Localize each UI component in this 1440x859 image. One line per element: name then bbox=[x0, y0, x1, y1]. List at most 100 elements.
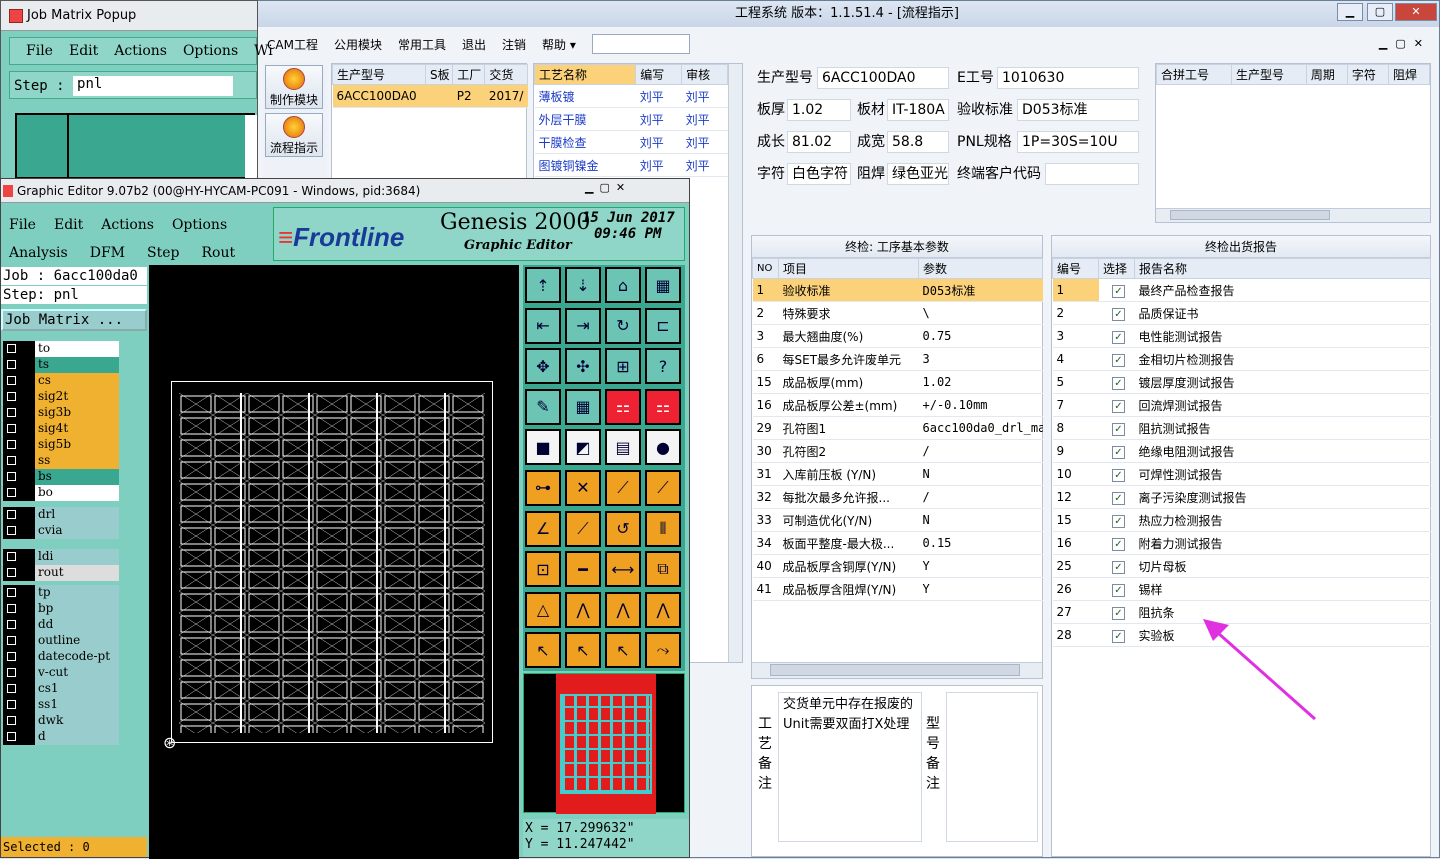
ge-window-controls[interactable]: ▁▢✕ bbox=[585, 181, 631, 194]
table-row[interactable]: 33 可制造优化(Y/N) N bbox=[752, 508, 1043, 532]
report-checkbox[interactable]: ✓ bbox=[1112, 629, 1125, 643]
menu-edit[interactable]: Edit bbox=[69, 43, 98, 59]
table-row[interactable]: 7 ✓ 回流焊测试报告 bbox=[1052, 393, 1431, 417]
layer-row[interactable]: bs bbox=[3, 468, 119, 485]
menu-actions[interactable]: Actions bbox=[114, 43, 167, 59]
step-input[interactable]: pnl bbox=[73, 76, 234, 96]
pnl-field[interactable]: 1P=30S=10U bbox=[1017, 131, 1139, 153]
tri-c-tool-icon[interactable]: ⋀ bbox=[605, 591, 641, 628]
table-row[interactable]: 32 每批次最多允许报... / bbox=[752, 485, 1043, 509]
layer-row[interactable]: sig5b bbox=[3, 436, 119, 453]
down-tool-icon[interactable]: ⇣ bbox=[565, 267, 601, 303]
mdi-controls[interactable]: ▁▢✕ bbox=[1379, 37, 1431, 50]
width-field[interactable]: 58.8 bbox=[887, 131, 949, 153]
craft-remark-text[interactable]: 交货单元中存在报废的Unit需要双面打X处理 bbox=[778, 692, 922, 842]
pan-tool-icon[interactable]: ✥ bbox=[525, 348, 561, 385]
ge-menu-edit[interactable]: Edit bbox=[54, 217, 83, 233]
table-row[interactable]: 41 成品板厚含阻焊(Y/N) Y bbox=[752, 577, 1043, 601]
up-tool-icon[interactable]: ⇡ bbox=[525, 267, 561, 303]
ruler-tool-icon[interactable]: ▤ bbox=[605, 429, 641, 466]
move-tool-icon[interactable]: ✣ bbox=[565, 348, 601, 385]
report-checkbox[interactable]: ✓ bbox=[1112, 606, 1125, 620]
menu-exit[interactable]: 退出 bbox=[462, 36, 486, 53]
cross-tool-icon[interactable]: ✕ bbox=[565, 469, 601, 506]
home-tool-icon[interactable]: ⌂ bbox=[605, 267, 641, 303]
table-row[interactable]: 40 成品板厚含铜厚(Y/N) Y bbox=[752, 554, 1043, 578]
select-rot-tool-icon[interactable]: ↖ bbox=[605, 632, 641, 669]
table-row[interactable]: 15 ✓ 热应力检测报告 bbox=[1052, 508, 1431, 532]
eno-field[interactable]: 1010630 bbox=[997, 67, 1139, 89]
length-field[interactable]: 81.02 bbox=[787, 131, 851, 153]
table-row[interactable]: 12 ✓ 离子污染度测试报告 bbox=[1052, 485, 1431, 509]
table-row[interactable]: 29 孔符图1 6acc100da0_drl_ma bbox=[752, 416, 1043, 440]
report-checkbox[interactable]: ✓ bbox=[1112, 445, 1125, 459]
table-row[interactable]: 外层干膜 刘平 刘平 bbox=[534, 107, 728, 131]
table-row[interactable]: 图镀铜镍金 刘平 刘平 bbox=[534, 153, 728, 177]
ge-menu-rout[interactable]: Rout bbox=[201, 245, 235, 261]
menu-cam[interactable]: CAM工程 bbox=[267, 36, 318, 53]
char-field[interactable]: 白色字符 bbox=[787, 163, 851, 185]
arrow-tool-icon[interactable]: ⟋ bbox=[645, 469, 681, 506]
layer-row[interactable]: cs1 bbox=[3, 680, 119, 697]
table-row[interactable]: 2 特殊要求 \ bbox=[752, 301, 1043, 325]
snap-a-tool-icon[interactable]: ⚏ bbox=[605, 388, 641, 425]
table-row[interactable]: 干膜检查 刘平 刘平 bbox=[534, 130, 728, 154]
solder-field[interactable]: 绿色亚光 bbox=[887, 163, 949, 185]
standard-field[interactable]: D053标准 bbox=[1017, 99, 1139, 121]
layer-row[interactable]: cvia bbox=[3, 522, 119, 539]
tri-b-tool-icon[interactable]: ⋀ bbox=[565, 591, 601, 628]
layer-row[interactable]: sig4t bbox=[3, 420, 119, 437]
copy-tool-icon[interactable]: ⧉ bbox=[645, 551, 681, 588]
path-tool-icon[interactable]: ⤳ bbox=[645, 632, 681, 669]
report-checkbox[interactable]: ✓ bbox=[1112, 307, 1125, 321]
dot-tool-icon[interactable]: ● bbox=[645, 429, 681, 466]
grid-tool-icon[interactable]: ▦ bbox=[565, 388, 601, 425]
merge-hscrollbar[interactable] bbox=[1156, 208, 1430, 222]
snap-b-tool-icon[interactable]: ⚏ bbox=[645, 388, 681, 425]
table-row[interactable]: 34 板面平整度-最大极... 0.15 bbox=[752, 531, 1043, 555]
report-checkbox[interactable]: ✓ bbox=[1112, 583, 1125, 597]
layer-row[interactable]: bo bbox=[3, 484, 119, 501]
table-row[interactable]: 1 ✓ 最终产品检查报告 bbox=[1052, 278, 1431, 302]
thickness-field[interactable]: 1.02 bbox=[787, 99, 851, 121]
menu-options[interactable]: Options bbox=[183, 43, 238, 59]
maximize-button[interactable]: ▢ bbox=[1367, 3, 1393, 21]
menu-file[interactable]: File bbox=[26, 43, 53, 59]
ge-menu-options[interactable]: Options bbox=[172, 217, 227, 233]
ge-menu-step[interactable]: Step bbox=[147, 245, 179, 261]
ge-menu-analysis[interactable]: Analysis bbox=[9, 245, 68, 261]
report-checkbox[interactable]: ✓ bbox=[1112, 353, 1125, 367]
layer-row[interactable]: dd bbox=[3, 616, 119, 633]
table-row[interactable]: 9 ✓ 绝缘电阻测试报告 bbox=[1052, 439, 1431, 463]
layer-row[interactable]: cs bbox=[3, 372, 119, 389]
ge-menu-dfm[interactable]: DFM bbox=[90, 245, 125, 261]
menu-help[interactable]: 帮助 ▾ bbox=[542, 36, 576, 53]
table-row[interactable]: 26 ✓ 锡样 bbox=[1052, 577, 1431, 601]
report-checkbox[interactable]: ✓ bbox=[1112, 491, 1125, 505]
layer-row[interactable]: datecode-pt bbox=[3, 648, 119, 665]
table-row[interactable]: 3 ✓ 电性能测试报告 bbox=[1052, 324, 1431, 348]
table-row[interactable]: 1 验收标准 D053标准 bbox=[752, 278, 1043, 302]
table-row[interactable]: 5 ✓ 镀层厚度测试报告 bbox=[1052, 370, 1431, 394]
layer-row[interactable]: ss1 bbox=[3, 696, 119, 713]
layer-row[interactable]: tp bbox=[3, 584, 119, 601]
layer-row[interactable]: bp bbox=[3, 600, 119, 617]
layer-row[interactable]: dwk bbox=[3, 712, 119, 729]
menu-logout[interactable]: 注销 bbox=[502, 36, 526, 53]
report-checkbox[interactable]: ✓ bbox=[1112, 422, 1125, 436]
overview-map[interactable] bbox=[523, 673, 685, 814]
minimize-button[interactable]: ▁ bbox=[1337, 3, 1363, 21]
report-checkbox[interactable]: ✓ bbox=[1112, 399, 1125, 413]
help-tool-icon[interactable]: ? bbox=[645, 348, 681, 385]
rotate-tool-icon[interactable]: ↺ bbox=[605, 510, 641, 547]
measure-tool-icon[interactable]: ✎ bbox=[525, 388, 561, 425]
flow-button[interactable]: 流程指示 bbox=[265, 113, 323, 157]
layer-row[interactable]: d bbox=[3, 728, 119, 745]
report-checkbox[interactable]: ✓ bbox=[1112, 560, 1125, 574]
route-tool-icon[interactable]: ⊏ bbox=[645, 307, 681, 344]
table-row[interactable]: 4 ✓ 金相切片检测报告 bbox=[1052, 347, 1431, 371]
ge-menu-file[interactable]: File bbox=[9, 217, 36, 233]
menu-public[interactable]: 公用模块 bbox=[334, 36, 382, 53]
table-row[interactable]: 2 ✓ 品质保证书 bbox=[1052, 301, 1431, 325]
table-row[interactable]: 25 ✓ 切片母板 bbox=[1052, 554, 1431, 578]
